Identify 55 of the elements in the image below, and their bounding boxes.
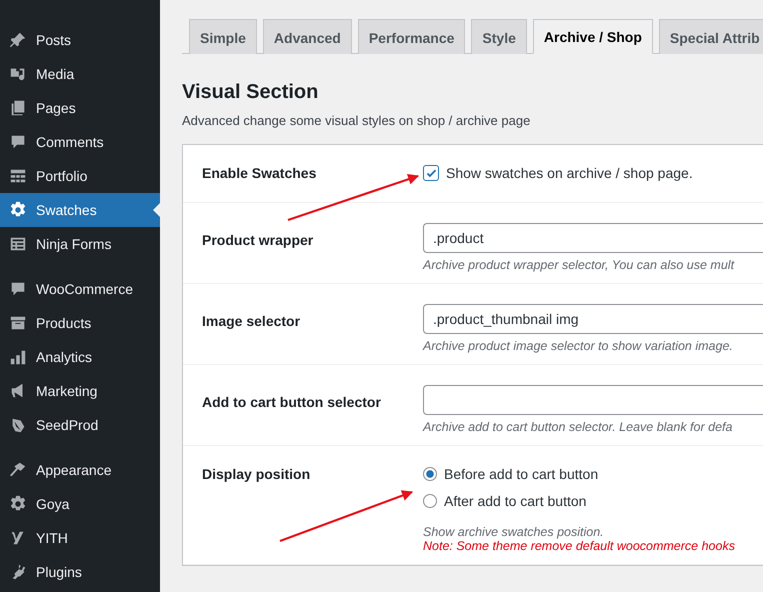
menu-pointer [153, 203, 160, 217]
setting-label: Product wrapper [202, 231, 314, 248]
gear-icon [9, 495, 27, 513]
sidebar-item[interactable]: Swatches [0, 193, 160, 227]
radio-button[interactable] [423, 494, 437, 508]
setting-label: Image selector [202, 312, 302, 329]
sidebar-item[interactable]: Analytics [0, 340, 160, 374]
paintbrush-icon [9, 461, 27, 479]
speech-bubble-icon [9, 280, 27, 298]
sidebar-item[interactable]: WooCommerce [0, 272, 160, 306]
help-text: Archive product image selector to show variation image. [423, 339, 733, 353]
sidebar-item[interactable]: Comments [0, 125, 160, 159]
sidebar-item[interactable]: Portfolio [0, 159, 160, 193]
sidebar-item[interactable]: Pages [0, 91, 160, 125]
tab[interactable]: Simple [189, 19, 257, 54]
radio-button[interactable] [423, 467, 437, 481]
radio-label: After add to cart button [444, 493, 586, 509]
sidebar-item[interactable]: Media [0, 57, 160, 91]
sidebar-item[interactable]: Marketing [0, 374, 160, 408]
box-icon [9, 314, 27, 332]
tab[interactable]: Performance [358, 19, 466, 54]
tab[interactable]: Archive / Shop [532, 19, 653, 54]
text-field[interactable] [423, 385, 763, 415]
text-field[interactable]: .product_thumbnail img [423, 304, 763, 334]
sidebar-item[interactable]: Products [0, 306, 160, 340]
text-field[interactable]: .product [423, 223, 763, 253]
help-text: Archive add to cart button selector. Leave blank for defa [423, 420, 732, 434]
help-text: Show archive swatches position. [423, 525, 604, 539]
warning-note: Note: Some theme remove default woocommerce hooks [423, 539, 735, 553]
form-icon [9, 235, 27, 253]
section-description: Advanced change some visual styles on shop / archive page [182, 113, 532, 128]
setting-label: Add to cart button selector [202, 393, 382, 410]
radio-label: Before add to cart button [444, 466, 598, 482]
sidebar-item[interactable]: Posts [0, 23, 160, 57]
sidebar-item[interactable]: Ninja Forms [0, 227, 160, 261]
section-title: Visual Section [182, 81, 320, 104]
tab[interactable]: Special Attrib [658, 19, 763, 54]
grid-icon [9, 167, 27, 185]
tab[interactable]: Style [471, 19, 527, 54]
pin-icon [9, 31, 27, 49]
sidebar-item[interactable]: Appearance [0, 453, 160, 487]
pages-icon [9, 99, 27, 117]
sidebar-item[interactable]: YITH [0, 521, 160, 555]
bar-chart-icon [9, 348, 27, 366]
help-text: Archive product wrapper selector, You can also use mult [423, 258, 734, 272]
setting-label: Enable Swatches [202, 165, 318, 181]
gear-icon [9, 201, 27, 219]
speech-bubble-icon [9, 133, 27, 151]
setting-label: Display position [202, 466, 312, 482]
sidebar-item[interactable]: Plugins [0, 555, 160, 589]
checkbox-label: Show swatches on archive / shop page. [446, 165, 693, 181]
checkbox[interactable] [423, 165, 439, 181]
sidebar-item[interactable]: Goya [0, 487, 160, 521]
sidebar-item[interactable]: SeedProd [0, 408, 160, 442]
tab[interactable]: Advanced [262, 19, 352, 54]
